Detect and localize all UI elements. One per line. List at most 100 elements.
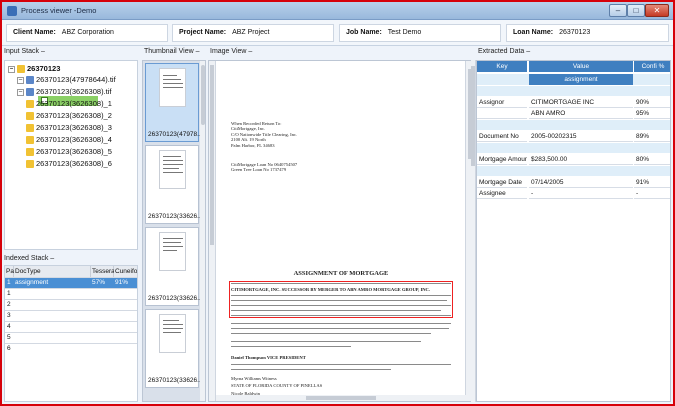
tree-root[interactable]: – 26370123 xyxy=(8,64,60,74)
table-row[interactable]: Assignee - - xyxy=(477,188,670,199)
cell-key: Document No xyxy=(477,131,527,142)
page-thumbnail xyxy=(159,68,186,107)
thumbnail-scrollbar[interactable] xyxy=(200,61,205,401)
signer-line: Daniel Thompson VICE PRESIDENT xyxy=(231,355,306,360)
tree-child-5[interactable]: 26370123(3626308)_5 xyxy=(26,147,112,157)
cell-key: Assignee xyxy=(477,188,527,199)
tree-child-4[interactable]: 26370123(3626308)_4 xyxy=(26,135,112,145)
scrollbar-thumb[interactable] xyxy=(306,396,376,400)
tree-child-6[interactable]: 26370123(3626308)_6 xyxy=(26,159,112,169)
job-value: Test Demo xyxy=(387,29,422,36)
image-view-header: Image View – xyxy=(208,46,474,57)
cell-value[interactable]: 07/14/2005 xyxy=(529,177,633,188)
thumbnail-item[interactable]: 26370123(33626... xyxy=(145,145,203,224)
collapse-icon[interactable]: – xyxy=(8,65,15,73)
cell-confidence: 80% xyxy=(634,154,670,165)
page-icon xyxy=(26,100,34,109)
scrollbar-thumb[interactable] xyxy=(210,65,214,245)
project-label: Project Name: xyxy=(179,29,227,36)
page-thumbnail xyxy=(159,150,186,189)
app-window: Process viewer -Demo – □ ✕ Client Name: A… xyxy=(2,2,673,404)
page-icon xyxy=(26,160,34,169)
maximize-button[interactable]: □ xyxy=(627,4,645,17)
cell-key xyxy=(477,108,527,119)
viewer-left-scrollbar[interactable] xyxy=(209,61,216,401)
thumbnail-item[interactable]: 26370123(47978... xyxy=(145,63,203,142)
text-line xyxy=(231,328,449,330)
spacer-row xyxy=(477,86,670,96)
cell-page: 1 xyxy=(7,279,11,286)
loan-label: Loan Name: xyxy=(513,29,554,36)
folder-icon xyxy=(17,65,25,74)
tree-item-tif1[interactable]: – 26370123(47978644).tif xyxy=(17,75,116,85)
minimize-button[interactable]: – xyxy=(609,4,627,17)
cell-value[interactable]: CITIMORTGAGE INC xyxy=(529,97,633,108)
table-row[interactable]: 5 xyxy=(5,332,137,343)
tree-item-tif2[interactable]: – 26370123(3626308).tif xyxy=(17,87,111,97)
page-icon xyxy=(26,148,34,157)
table-row[interactable]: 2 xyxy=(5,299,137,310)
doctype-row: assignment xyxy=(477,74,670,85)
cell-page: 2 xyxy=(7,301,11,308)
extracted-data-table: Key Value Confi % assignment Assignor CIT… xyxy=(476,60,671,402)
close-button[interactable]: ✕ xyxy=(645,4,669,17)
column-header-tesseract[interactable]: Tesserac xyxy=(91,266,118,277)
tree-child-1[interactable]: 26370123(3626308)_1 xyxy=(26,99,112,109)
thumbnail-label: 26370123(33626... xyxy=(148,377,203,384)
table-row[interactable]: Mortgage Date 07/14/2005 91% xyxy=(477,177,670,188)
column-header-key[interactable]: Key xyxy=(477,61,527,72)
column-header-doctype[interactable]: DocType xyxy=(14,266,91,277)
loan-numbers: CitiMortgage Loan No 0640754507 Green Tr… xyxy=(231,162,297,173)
cell-value[interactable]: $283,500.00 xyxy=(529,154,633,165)
text-line xyxy=(231,369,391,371)
cell-key: Mortgage Amount xyxy=(477,154,527,165)
table-row[interactable]: Assignor CITIMORTGAGE INC 90% xyxy=(477,97,670,108)
column-header-value[interactable]: Value xyxy=(529,61,633,72)
title-bar: Process viewer -Demo – □ ✕ xyxy=(2,2,673,20)
text-line xyxy=(231,333,431,335)
spacer-row xyxy=(477,143,670,153)
cell-value[interactable]: - xyxy=(529,188,633,199)
table-row[interactable]: 1 xyxy=(5,288,137,299)
input-stack-tree: –26370123 –26370123(47978644).tif –26370… xyxy=(4,60,138,250)
collapse-icon[interactable]: – xyxy=(17,76,24,84)
return-address: When Recorded Return To: CitiMortgage, I… xyxy=(231,121,297,148)
thumbnail-item[interactable]: 26370123(33626... xyxy=(145,309,203,388)
return-line: Palm Harbor, FL 34683 xyxy=(231,142,275,148)
cell-tesseract: 57% xyxy=(92,279,106,286)
cell-confidence: 90% xyxy=(634,97,670,108)
cell-page: 6 xyxy=(7,345,11,352)
cell-value[interactable]: 2005-00202315 xyxy=(529,131,633,142)
table-row[interactable]: 3 xyxy=(5,310,137,321)
tree-child-3[interactable]: 26370123(3626308)_3 xyxy=(26,123,112,133)
cell-cuneiform: 91% xyxy=(115,279,129,286)
file-icon xyxy=(26,88,34,97)
column-header-cuneiform[interactable]: Cuneiform xyxy=(114,266,137,277)
cell-key: Assignor xyxy=(477,97,527,108)
table-row[interactable]: Document No 2005-00202315 89% xyxy=(477,131,670,142)
table-row[interactable]: 1 assignment 57% 91% xyxy=(5,277,137,288)
tree-child-label: 26370123(3626308)_3 xyxy=(36,123,112,132)
scrollbar-thumb[interactable] xyxy=(201,65,205,125)
tree-child-label: 26370123(3626308)_6 xyxy=(36,159,112,168)
app-icon xyxy=(7,6,17,16)
document-heading: ASSIGNMENT OF MORTGAGE xyxy=(293,270,389,277)
table-row[interactable]: ABN AMRO 95% xyxy=(477,108,670,119)
table-row[interactable]: Mortgage Amount $283,500.00 80% xyxy=(477,154,670,165)
tree-child-label: 26370123(3626308)_5 xyxy=(36,147,112,156)
thumbnail-item[interactable]: 26370123(33626... xyxy=(145,227,203,306)
tree-child-2[interactable]: 26370123(3626308)_2 xyxy=(26,111,112,121)
table-row[interactable]: 4 xyxy=(5,321,137,332)
image-viewer[interactable]: When Recorded Return To: CitiMortgage, I… xyxy=(208,60,474,402)
viewer-horizontal-scrollbar[interactable] xyxy=(216,395,467,401)
cell-page: 1 xyxy=(7,290,11,297)
table-row[interactable]: 6 xyxy=(5,343,137,354)
column-header-confidence[interactable]: Confi % xyxy=(634,61,670,72)
cell-value[interactable]: ABN AMRO xyxy=(529,108,633,119)
collapse-icon[interactable]: – xyxy=(17,88,24,96)
highlight-box xyxy=(229,281,453,318)
scrollbar-thumb[interactable] xyxy=(471,66,475,166)
thumbnail-label: 26370123(33626... xyxy=(148,295,203,302)
column-header-page[interactable]: Pag xyxy=(5,266,18,277)
document-page: When Recorded Return To: CitiMortgage, I… xyxy=(221,65,461,400)
